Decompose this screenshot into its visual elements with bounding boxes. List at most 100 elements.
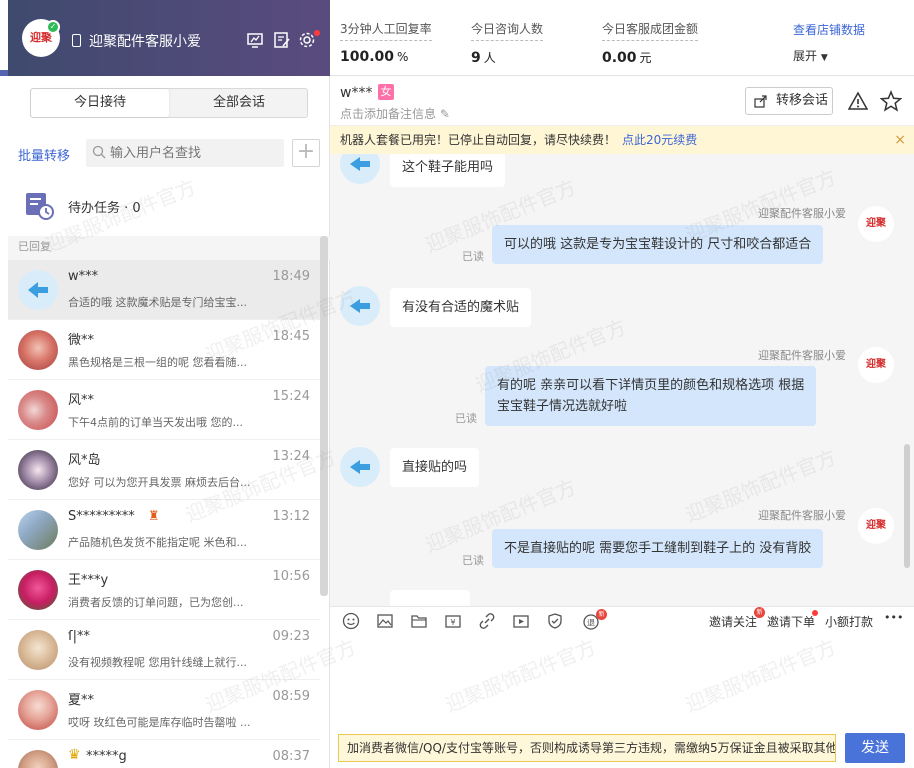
task-list-icon [26, 193, 54, 220]
agent-header: 迎聚 ✓ 迎聚配件客服小爱 [0, 0, 330, 76]
stat-label: 3分钟人工回复率 [340, 20, 432, 41]
emoji-icon[interactable] [342, 612, 360, 630]
stat-value: 9 [471, 50, 481, 66]
session-item[interactable]: S********* ♜ 13:12 产品随机色发货不能指定呢 米色和... [8, 500, 320, 560]
shield-check-icon[interactable] [546, 612, 564, 630]
folder-icon[interactable] [410, 612, 428, 630]
stat-reply-rate: 3分钟人工回复率 100.00% [340, 20, 432, 65]
search-icon [92, 145, 106, 159]
stats-bar: 3分钟人工回复率 100.00% 今日咨询人数 9人 今日客服成团金额 0.00… [330, 0, 914, 76]
session-item[interactable]: 王***y 10:56 消费者反馈的订单问题，已为您创... [8, 560, 320, 620]
session-item[interactable]: ſ|** 09:23 没有视频教程呢 您用针线缝上就行... [8, 620, 320, 680]
avatar [18, 570, 58, 610]
edit-icon: ✎ [439, 107, 450, 121]
chat-workbench: 迎聚 ✓ 迎聚配件客服小爱 今日接待 全部会话 批量转移 + 待办任务 · 0 … [0, 0, 914, 768]
expand-label: 展开 [793, 49, 818, 63]
todo-tasks[interactable]: 待办任务 · 0 [8, 184, 330, 228]
online-check-icon: ✓ [46, 20, 60, 34]
warning-icon[interactable] [848, 91, 868, 111]
session-preview: 哎呀 玫红色可能是库存临时告罄啦 ... [68, 716, 251, 729]
star-icon[interactable] [880, 90, 902, 112]
agent-message: 有的呢 亲亲可以看下详情页里的颜色和规格选项 根据 宝宝鞋子情况选就好啦 [485, 366, 817, 426]
session-time: 10:56 [272, 569, 310, 584]
add-button[interactable]: + [292, 139, 320, 167]
agent-message: 可以的哦 这款是专为宝宝鞋设计的 尺寸和咬合都适合 [492, 225, 824, 264]
session-time: 18:49 [272, 269, 310, 284]
avatar [18, 510, 58, 550]
svg-text:¥: ¥ [450, 618, 455, 627]
session-name: S********* [68, 509, 135, 524]
expand-dropdown[interactable]: 展开 ▼ [793, 47, 828, 64]
avatar [18, 450, 58, 490]
session-item[interactable]: 风*岛 13:24 您好 可以为您开具发票 麻烦去后台... [8, 440, 320, 500]
video-icon[interactable] [512, 612, 530, 630]
session-name: 夏** [68, 693, 95, 708]
section-replied: 已回复 [8, 236, 330, 260]
customer-message: 有没有合适的魔术贴 [390, 288, 532, 327]
batch-transfer-link[interactable]: 批量转移 [18, 145, 70, 164]
stat-value: 0.00 [602, 50, 637, 66]
invite-follow-button[interactable]: 邀请关注 [709, 613, 757, 630]
search-box [86, 139, 284, 167]
session-item[interactable]: 夏** 08:59 哎呀 玫红色可能是库存临时告罄啦 ... [8, 680, 320, 740]
input-toolbar: ¥ 退 新 邀请关注 新 邀请下单 小额打款 ••• [330, 606, 914, 634]
caret-down-icon: ▼ [820, 53, 828, 63]
coupon-icon[interactable]: ¥ [444, 612, 462, 630]
send-button[interactable]: 发送 [845, 733, 905, 763]
chat-scrollbar[interactable] [904, 444, 910, 568]
session-item[interactable]: ♛ *****g 08:37 [8, 740, 320, 768]
session-time: 13:12 [272, 509, 310, 524]
session-time: 08:37 [272, 749, 310, 764]
session-name: ſ|** [68, 629, 90, 644]
customer-name: w*** [340, 85, 373, 101]
shop-data-link[interactable]: 查看店铺数据 [793, 21, 865, 38]
message-input-area[interactable]: 加消费者微信/QQ/支付宝等账号，否则构成诱导第三方违规，需缴纳5万保证金且被采… [330, 634, 914, 768]
search-input[interactable] [110, 143, 280, 163]
sender-name: 迎聚配件客服小爱 [758, 349, 846, 362]
link-icon[interactable] [478, 612, 496, 630]
session-preview: 下午4点前的订单当天发出哦 您的... [68, 416, 243, 429]
customer-avatar [340, 154, 380, 184]
customer-message: 这个鞋子能用吗 [390, 154, 506, 187]
message-area: 这个鞋子能用吗 迎聚配件客服小爱 迎聚 已读 可以的哦 这款是专为宝宝鞋设计的 … [330, 154, 914, 606]
monitor-icon[interactable] [246, 31, 264, 49]
session-time: 08:59 [272, 689, 310, 704]
note-label: 点击添加备注信息 [340, 107, 437, 121]
close-icon[interactable]: × [894, 126, 906, 154]
session-list: w*** 18:49 合适的哦 这款魔术贴是专门给宝宝... 微** 18:45… [8, 260, 320, 768]
image-icon[interactable] [376, 612, 394, 630]
small-pay-button[interactable]: 小额打款 [825, 613, 873, 630]
notification-dot [812, 610, 818, 616]
message-line: 宝宝鞋子情况选就好啦 [497, 399, 628, 414]
renew-link[interactable]: 点此20元续费 [622, 133, 697, 147]
transfer-button[interactable]: 转移会话 [745, 87, 833, 115]
session-name: 王***y [68, 573, 109, 588]
accent-bar [0, 70, 8, 76]
session-item[interactable]: 微** 18:45 黑色规格是三根一组的呢 您看看随... [8, 320, 320, 380]
more-icon[interactable]: ••• [884, 611, 903, 624]
add-note-link[interactable]: 点击添加备注信息 ✎ [340, 105, 450, 122]
session-scrollbar[interactable] [320, 236, 328, 596]
tab-today[interactable]: 今日接待 [31, 89, 169, 117]
transfer-label: 转移会话 [776, 93, 829, 108]
chat-header: w*** 女 点击添加备注信息 ✎ 转移会话 [330, 76, 914, 126]
customer-message-partial [390, 590, 470, 606]
session-time: 18:45 [272, 329, 310, 344]
session-item[interactable]: 风** 15:24 下午4点前的订单当天发出哦 您的... [8, 380, 320, 440]
edit-icon[interactable] [273, 31, 291, 49]
read-status: 已读 [462, 554, 484, 567]
agent-name: 迎聚配件客服小爱 [89, 34, 201, 50]
agent-avatar: 迎聚 [858, 508, 894, 544]
agent-message: 不是直接贴的呢 需要您手工缝制到鞋子上的 没有背胶 [492, 529, 824, 568]
session-preview: 没有视频教程呢 您用针线缝上就行... [68, 656, 247, 669]
sender-name: 迎聚配件客服小爱 [758, 207, 846, 220]
agent-avatar: 迎聚 [858, 206, 894, 242]
invite-order-button[interactable]: 邀请下单 [767, 613, 815, 630]
svg-text:退: 退 [587, 619, 595, 628]
stat-label: 今日客服成团金额 [602, 20, 699, 41]
session-time: 13:24 [272, 449, 310, 464]
session-panel: 迎聚 ✓ 迎聚配件客服小爱 今日接待 全部会话 批量转移 + 待办任务 · 0 … [0, 0, 330, 768]
banner-text: 机器人套餐已用完！已停止自动回复，请尽快续费！ [340, 133, 617, 147]
session-item[interactable]: w*** 18:49 合适的哦 这款魔术贴是专门给宝宝... [8, 260, 320, 320]
tab-all[interactable]: 全部会话 [170, 89, 308, 117]
